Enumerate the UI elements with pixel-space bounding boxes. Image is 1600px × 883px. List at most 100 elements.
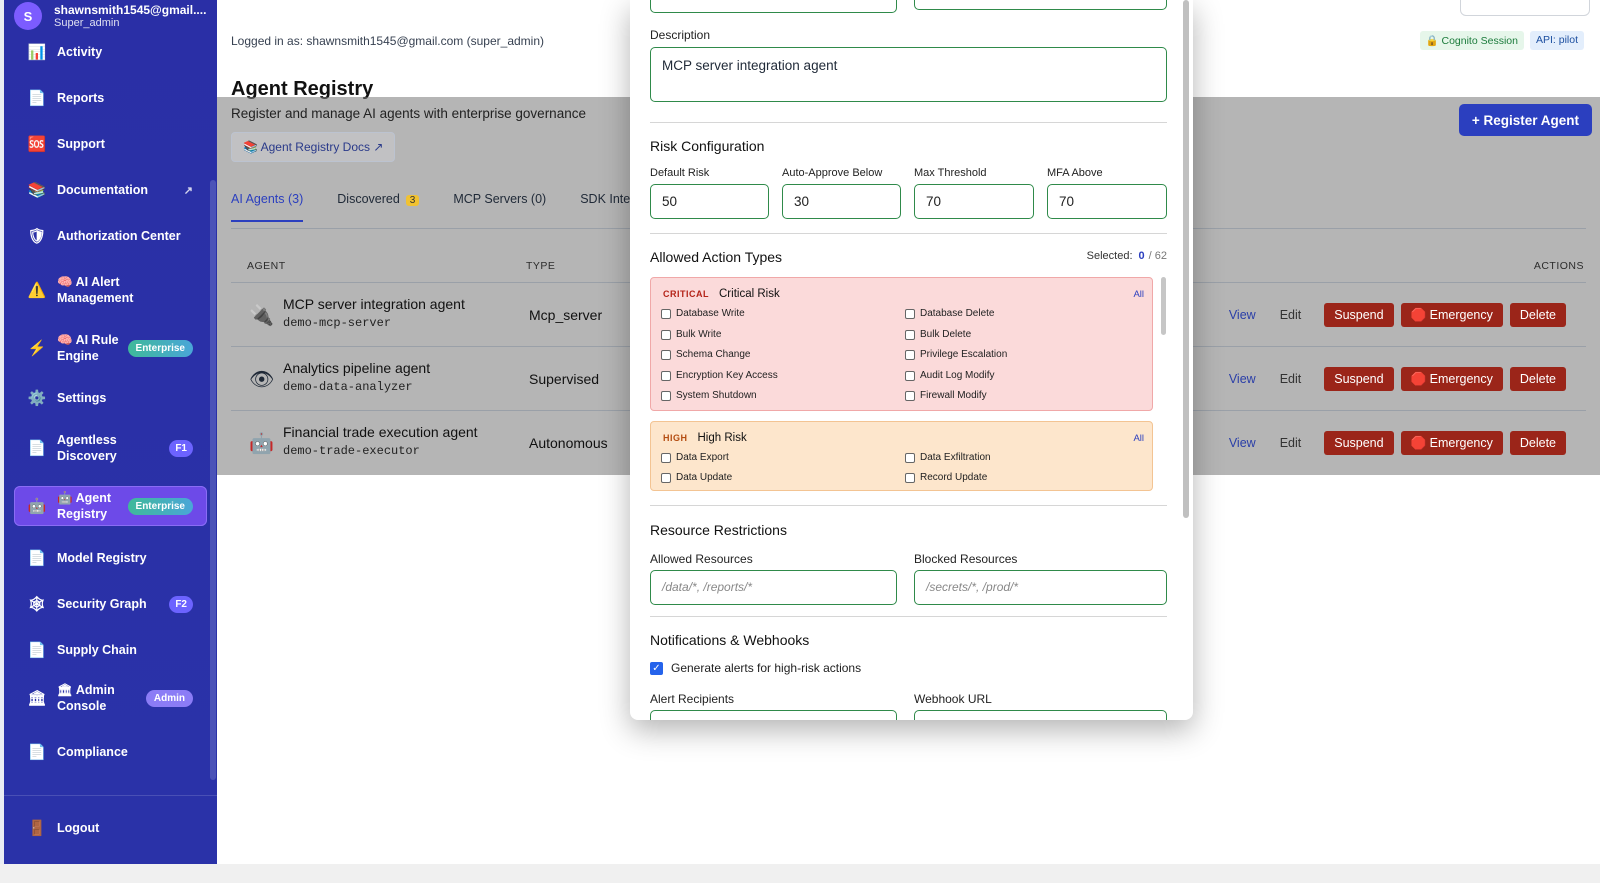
checkbox-label: Record Update bbox=[920, 472, 988, 483]
checkbox-data-exfiltration[interactable]: Data Exfiltration bbox=[905, 452, 991, 463]
checkbox-system-shutdown[interactable]: System Shutdown bbox=[661, 390, 757, 401]
edit-button[interactable]: Edit bbox=[1280, 436, 1302, 450]
emergency-button[interactable]: 🛑 Emergency bbox=[1400, 431, 1503, 455]
sidebar-item-compliance[interactable]: 📄 Compliance bbox=[14, 736, 207, 768]
edit-button[interactable]: Edit bbox=[1280, 372, 1302, 386]
max-threshold-input[interactable]: 70 bbox=[914, 184, 1034, 219]
discovered-count-badge: 3 bbox=[405, 195, 420, 206]
checkbox-box[interactable] bbox=[661, 349, 671, 360]
sidebar-item-support[interactable]: 🆘 Support bbox=[14, 128, 207, 160]
edit-button[interactable]: Edit bbox=[1280, 308, 1302, 322]
sidebar-item-ai-alert-management[interactable]: ⚠️ 🧠 AI Alert Management bbox=[14, 270, 207, 310]
sidebar-item-admin-console[interactable]: 🏛 🏛 Admin Console Admin bbox=[14, 678, 207, 718]
user-profile[interactable]: S shawnsmith1545@gmail.... Super_admin bbox=[14, 0, 214, 32]
checkbox-box[interactable] bbox=[905, 452, 915, 463]
allowed-resources-input[interactable]: /data/*, /reports/* bbox=[650, 570, 897, 605]
description-textarea[interactable]: MCP server integration agent bbox=[650, 47, 1167, 102]
tab-discovered[interactable]: Discovered 3 bbox=[337, 192, 420, 222]
api-env-badge: API: pilot bbox=[1529, 31, 1584, 50]
action-types-scrollbar[interactable] bbox=[1161, 277, 1166, 335]
agent-registry-docs-button[interactable]: 📚 Agent Registry Docs ↗ bbox=[231, 132, 396, 162]
alert-recipients-input[interactable] bbox=[650, 710, 897, 720]
checkbox-audit-log-modify[interactable]: Audit Log Modify bbox=[905, 370, 995, 381]
sos-icon: 🆘 bbox=[27, 136, 47, 153]
sidebar-scrollbar[interactable] bbox=[210, 180, 216, 780]
checkbox-box[interactable] bbox=[661, 329, 671, 340]
tab-sdk-integration[interactable]: SDK Inte bbox=[580, 192, 630, 222]
sidebar-item-activity[interactable]: 📊 Activity bbox=[14, 36, 207, 68]
document-icon: 📄 bbox=[27, 550, 47, 567]
checkbox-box[interactable] bbox=[661, 452, 671, 463]
sidebar-item-ai-rule-engine[interactable]: ⚡ 🧠 AI Rule Engine Enterprise bbox=[14, 328, 207, 368]
agent-id-input[interactable] bbox=[914, 0, 1167, 10]
blocked-resources-input[interactable]: /secrets/*, /prod/* bbox=[914, 570, 1167, 605]
modal-scrollbar[interactable] bbox=[1183, 0, 1189, 518]
suspend-button[interactable]: Suspend bbox=[1324, 367, 1394, 391]
view-button[interactable]: View bbox=[1229, 372, 1256, 386]
checkmark-icon[interactable]: ✓ bbox=[650, 661, 663, 675]
delete-button[interactable]: Delete bbox=[1509, 303, 1566, 327]
logout-button[interactable]: 🚪 Logout bbox=[14, 812, 207, 844]
default-risk-label: Default Risk bbox=[650, 167, 710, 179]
checkbox-encryption-key-access[interactable]: Encryption Key Access bbox=[661, 370, 778, 381]
tab-mcp-servers[interactable]: MCP Servers (0) bbox=[453, 192, 546, 222]
sidebar-item-agentless-discovery[interactable]: 📄 Agentless Discovery F1 bbox=[14, 428, 207, 468]
delete-button[interactable]: Delete bbox=[1509, 431, 1566, 455]
sidebar-item-settings[interactable]: ⚙️ Settings bbox=[14, 382, 207, 414]
sidebar-item-agent-registry[interactable]: 🤖 🤖 Agent Registry Enterprise bbox=[14, 486, 207, 526]
checkbox-schema-change[interactable]: Schema Change bbox=[661, 349, 751, 360]
checkbox-bulk-delete[interactable]: Bulk Delete bbox=[905, 329, 971, 340]
selected-label: Selected: bbox=[1086, 250, 1133, 262]
checkbox-data-export[interactable]: Data Export bbox=[661, 452, 729, 463]
checkbox-box[interactable] bbox=[905, 370, 915, 381]
selected-count: Selected: 0/ 62 bbox=[1087, 250, 1167, 262]
tab-ai-agents[interactable]: AI Agents (3) bbox=[231, 192, 304, 222]
emergency-button[interactable]: 🛑 Emergency bbox=[1400, 367, 1503, 391]
sidebar-item-security-graph[interactable]: 🕸 Security Graph F2 bbox=[14, 588, 207, 620]
checkbox-box[interactable] bbox=[661, 370, 671, 381]
checkbox-privilege-escalation[interactable]: Privilege Escalation bbox=[905, 349, 1007, 360]
checkbox-box[interactable] bbox=[905, 329, 915, 340]
webhook-url-input[interactable] bbox=[914, 710, 1167, 720]
delete-button[interactable]: Delete bbox=[1509, 367, 1566, 391]
checkbox-box[interactable] bbox=[661, 472, 671, 483]
checkbox-box[interactable] bbox=[661, 308, 671, 319]
checkbox-box[interactable] bbox=[905, 472, 915, 483]
checkbox-box[interactable] bbox=[905, 308, 915, 319]
checkbox-data-update[interactable]: Data Update bbox=[661, 472, 732, 483]
sidebar-item-documentation[interactable]: 📚 Documentation ↗ bbox=[14, 174, 207, 206]
checkbox-record-update[interactable]: Record Update bbox=[905, 472, 987, 483]
agent-name-input[interactable] bbox=[650, 0, 897, 13]
checkbox-box[interactable] bbox=[905, 390, 915, 401]
checkbox-box[interactable] bbox=[661, 390, 671, 401]
checkbox-database-write[interactable]: Database Write bbox=[661, 308, 745, 319]
mfa-above-input[interactable]: 70 bbox=[1047, 184, 1167, 219]
sidebar-item-authorization-center[interactable]: 🛡 Authorization Center bbox=[14, 220, 207, 252]
search-button[interactable] bbox=[1460, 0, 1590, 16]
critical-risk-group: CRITICAL Critical Risk All Database Writ… bbox=[650, 277, 1153, 411]
register-agent-button[interactable]: + Register Agent bbox=[1458, 104, 1592, 136]
view-button[interactable]: View bbox=[1229, 436, 1256, 450]
checkbox-firewall-modify[interactable]: Firewall Modify bbox=[905, 390, 987, 401]
suspend-button[interactable]: Suspend bbox=[1324, 431, 1394, 455]
default-risk-input[interactable]: 50 bbox=[650, 184, 769, 219]
high-risk-title: High Risk bbox=[697, 432, 747, 444]
sidebar-item-reports[interactable]: 📄 Reports bbox=[14, 82, 207, 114]
logout-label: Logout bbox=[57, 821, 100, 835]
agent-type: Autonomous bbox=[529, 435, 608, 451]
section-divider bbox=[650, 122, 1167, 123]
selected-total: / 62 bbox=[1148, 250, 1167, 262]
generate-alerts-checkbox[interactable]: ✓ Generate alerts for high-risk actions bbox=[650, 661, 861, 675]
select-all-critical-button[interactable]: All bbox=[1133, 289, 1144, 300]
checkbox-database-delete[interactable]: Database Delete bbox=[905, 308, 995, 319]
auto-approve-input[interactable]: 30 bbox=[782, 184, 901, 219]
view-button[interactable]: View bbox=[1229, 308, 1256, 322]
suspend-button[interactable]: Suspend bbox=[1324, 303, 1394, 327]
checkbox-box[interactable] bbox=[905, 349, 915, 360]
robot-icon: 🤖 bbox=[249, 433, 274, 455]
sidebar-item-model-registry[interactable]: 📄 Model Registry bbox=[14, 542, 207, 574]
checkbox-bulk-write[interactable]: Bulk Write bbox=[661, 329, 721, 340]
select-all-high-button[interactable]: All bbox=[1133, 433, 1144, 444]
emergency-button[interactable]: 🛑 Emergency bbox=[1400, 303, 1503, 327]
sidebar-item-supply-chain[interactable]: 📄 Supply Chain bbox=[14, 634, 207, 666]
